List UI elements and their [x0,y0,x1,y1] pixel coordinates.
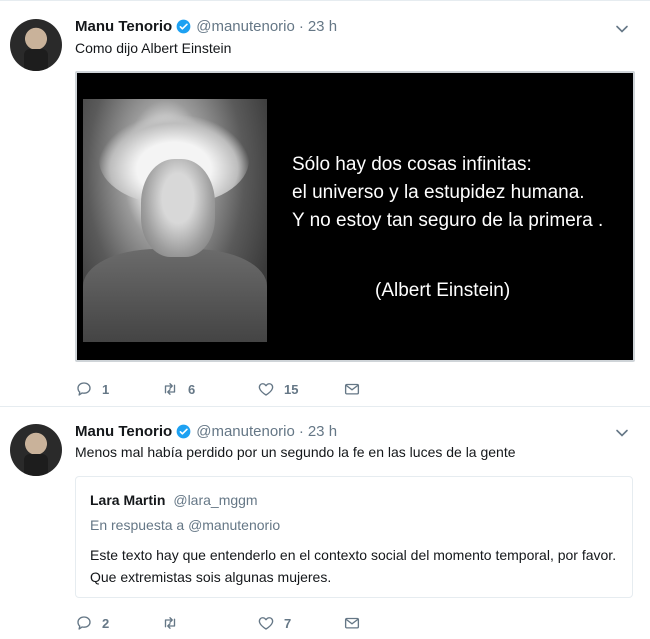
reply-button[interactable]: 1 [75,380,161,398]
author-name[interactable]: Manu Tenorio [75,18,172,35]
tweet-actions: 2 7 [75,613,361,633]
caret-down-icon[interactable] [614,425,630,441]
tweet-actions: 1 6 15 [75,379,361,399]
retweet-button[interactable] [161,614,257,632]
retweet-button[interactable]: 6 [161,380,257,398]
author-handle[interactable]: @manutenorio [196,18,295,35]
retweet-count: 6 [188,381,196,397]
tweet[interactable]: Manu Tenorio @manutenorio · 23 h Menos m… [0,407,650,639]
tweet-image[interactable]: Sólo hay dos cosas infinitas: el univers… [75,71,635,362]
direct-message-button[interactable] [343,380,361,398]
separator-dot: · [298,422,304,440]
image-quote-line: el universo y la estupidez humana. [292,182,585,203]
like-button[interactable]: 15 [257,380,343,398]
quoted-tweet-header: Lara Martin @lara_mggm [90,492,258,508]
image-quote-author: (Albert Einstein) [375,280,511,301]
author-name[interactable]: Manu Tenorio [75,423,172,440]
separator-dot: · [298,17,304,35]
timestamp[interactable]: 23 h [308,18,337,35]
like-icon [258,617,274,630]
direct-message-icon [344,383,360,395]
reply-count: 2 [102,615,110,631]
direct-message-button[interactable] [343,614,361,632]
direct-message-icon [344,617,360,629]
timestamp[interactable]: 23 h [308,423,337,440]
image-quote: Sólo hay dos cosas infinitas: el univers… [292,151,603,235]
caret-down-icon[interactable] [614,21,630,37]
tweet[interactable]: Manu Tenorio @manutenorio · 23 h Como di… [0,0,650,407]
retweet-icon [164,383,176,395]
retweet-icon [164,617,176,629]
author-handle[interactable]: @manutenorio [196,423,295,440]
image-quote-line: Sólo hay dos cosas infinitas: [292,154,532,175]
tweet-text: Como dijo Albert Einstein [75,40,232,56]
quoted-author-name[interactable]: Lara Martin [90,492,165,508]
verified-badge-icon [176,19,191,34]
like-icon [258,383,274,396]
image-quote-line: Y no estoy tan seguro de la primera . [292,210,604,231]
like-count: 7 [284,615,292,631]
reply-icon [77,382,91,396]
tweet-header: Manu Tenorio @manutenorio · 23 h [75,421,337,441]
quoted-tweet-text: Este texto hay que entenderlo en el cont… [90,547,617,585]
reply-count: 1 [102,381,110,397]
like-count: 15 [284,381,299,397]
quoted-tweet[interactable]: Lara Martin @lara_mggm En respuesta a @m… [75,476,633,598]
like-button[interactable]: 7 [257,614,343,632]
quoted-author-handle[interactable]: @lara_mggm [173,492,257,508]
in-reply-to: En respuesta a @manutenorio [90,517,280,533]
reply-prefix: En respuesta a [90,517,185,533]
tweet-header: Manu Tenorio @manutenorio · 23 h [75,16,337,36]
reply-icon [77,616,91,630]
tweet-text: Menos mal había perdido por un segundo l… [75,444,516,460]
avatar[interactable] [10,424,62,476]
einstein-portrait-image [83,99,267,342]
verified-badge-icon [176,424,191,439]
avatar[interactable] [10,19,62,71]
reply-button[interactable]: 2 [75,614,161,632]
reply-mention-link[interactable]: @manutenorio [188,517,280,533]
